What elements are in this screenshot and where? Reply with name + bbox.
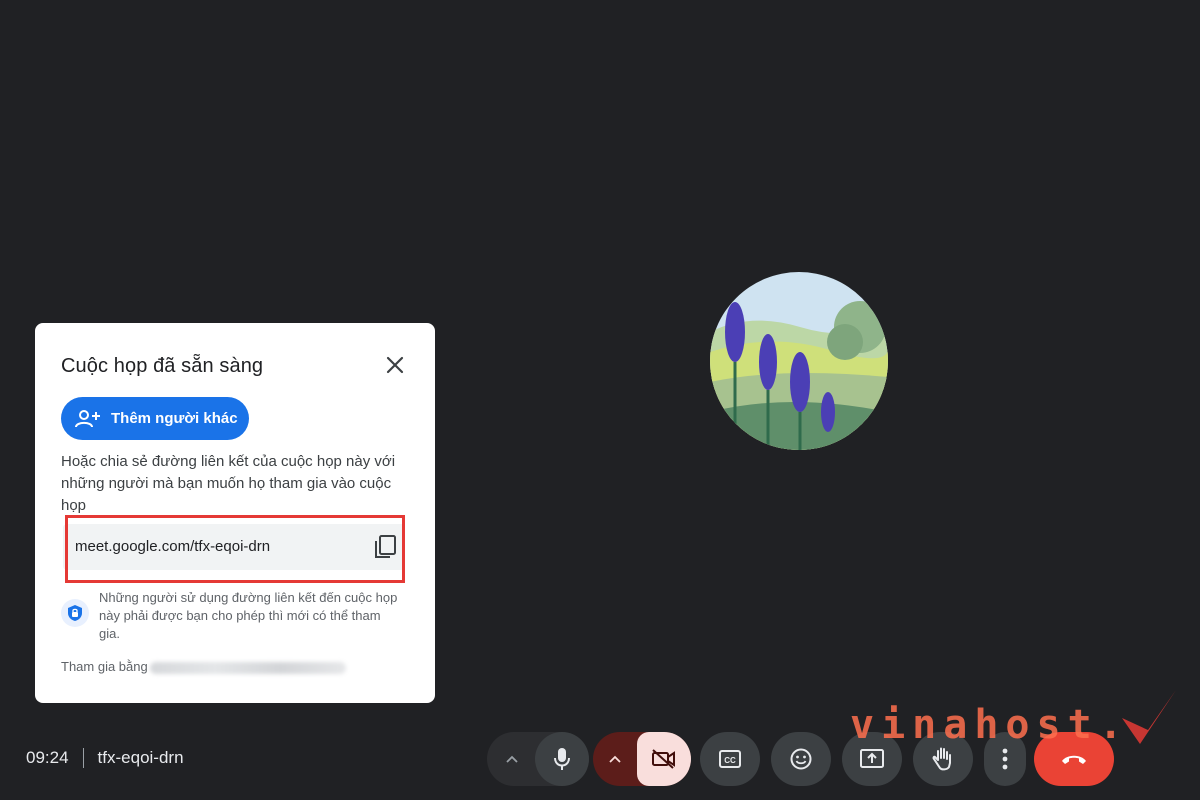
svg-text:CC: CC — [724, 756, 736, 765]
emoji-reaction-button[interactable] — [771, 732, 831, 786]
chevron-up-icon — [609, 755, 621, 763]
meeting-link-box: meet.google.com/tfx-eqoi-drn — [63, 524, 405, 570]
audio-options-button[interactable] — [489, 754, 535, 764]
add-people-label: Thêm người khác — [111, 410, 238, 427]
more-options-button[interactable] — [984, 732, 1026, 786]
close-icon — [386, 356, 404, 374]
camera-toggle-button[interactable] — [637, 732, 691, 786]
person-add-icon — [75, 408, 101, 430]
video-options-button[interactable] — [593, 754, 637, 764]
raise-hand-icon — [932, 747, 951, 771]
checkmark-icon — [1122, 690, 1176, 744]
mic-button[interactable] — [535, 732, 589, 786]
divider — [82, 748, 84, 768]
chevron-up-icon — [506, 755, 518, 763]
raise-hand-button[interactable] — [913, 732, 973, 786]
mic-icon — [554, 748, 570, 770]
mic-control-group — [487, 732, 589, 786]
present-screen-button[interactable] — [842, 732, 902, 786]
blurred-email — [149, 661, 346, 674]
call-end-icon — [1062, 755, 1086, 764]
emoji-icon — [790, 748, 812, 770]
copy-icon — [375, 535, 396, 558]
participant-avatar — [710, 272, 888, 450]
meeting-code: tfx-eqoi-drn — [97, 748, 184, 767]
add-people-button[interactable]: Thêm người khác — [61, 397, 249, 440]
close-button[interactable] — [379, 349, 411, 381]
joined-as-label: Tham gia bằng — [61, 659, 148, 674]
meeting-info: 09:24 tfx-eqoi-drn — [26, 748, 184, 768]
camera-control-group — [593, 732, 691, 786]
copy-link-button[interactable] — [371, 533, 399, 561]
captions-button[interactable]: CC — [700, 732, 760, 786]
security-note: Những người sử dụng đường liên kết đến c… — [99, 590, 398, 641]
joined-as: Tham gia bằng — [61, 659, 346, 674]
clock-time: 09:24 — [26, 748, 69, 767]
videocam-off-icon — [652, 749, 675, 769]
more-vert-icon — [1002, 748, 1008, 770]
closed-caption-icon: CC — [719, 750, 741, 768]
share-description: Hoặc chia sẻ đường liên kết của cuộc họp… — [61, 453, 396, 514]
meeting-link[interactable]: meet.google.com/tfx-eqoi-drn — [75, 538, 270, 555]
meeting-ready-dialog: Cuộc họp đã sẵn sàng Thêm người khác Hoặ… — [35, 323, 435, 703]
dialog-title: Cuộc họp đã sẵn sàng — [61, 355, 264, 377]
shield-lock-icon — [61, 599, 89, 627]
end-call-button[interactable] — [1034, 732, 1114, 786]
present-screen-icon — [860, 749, 884, 768]
